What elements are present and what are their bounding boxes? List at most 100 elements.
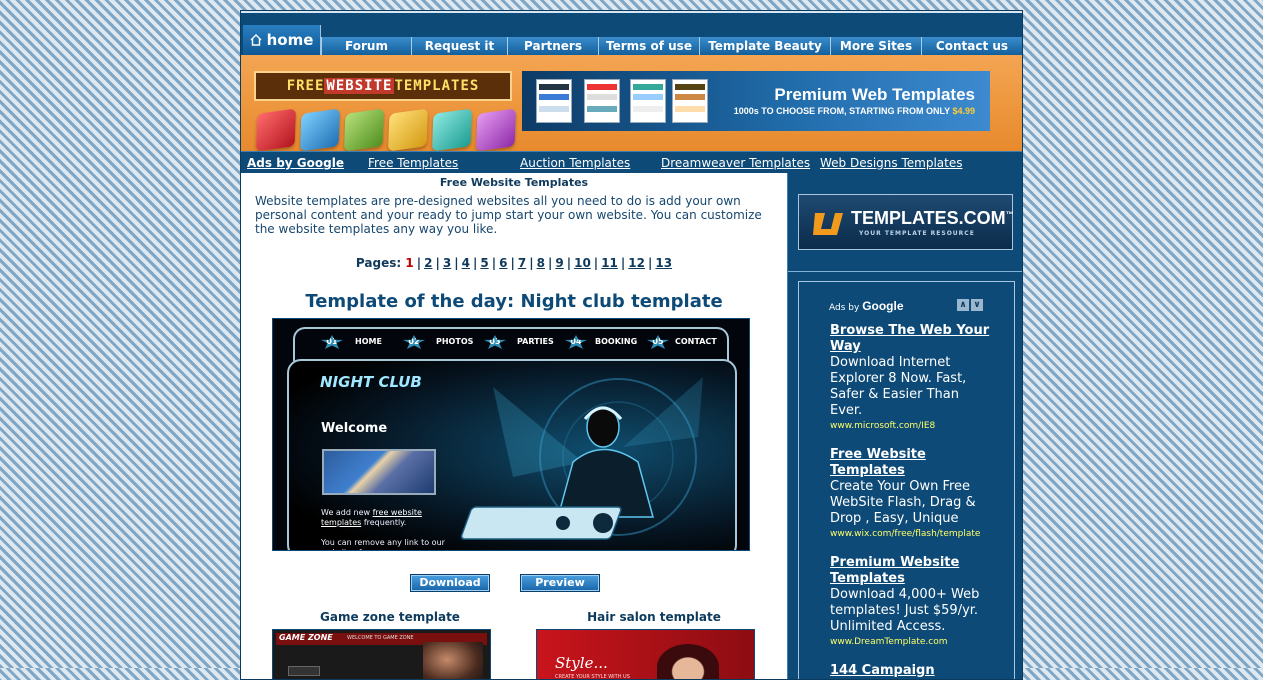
main-content: Free Website Templates Website templates… <box>241 173 787 679</box>
ads-by-google-sidebar[interactable]: Ads by Google <box>829 299 904 313</box>
logo-text-free: FREE <box>286 78 325 94</box>
page-separator: | <box>454 256 459 270</box>
chevron-down-icon[interactable]: ∨ <box>971 299 983 311</box>
page-link-11[interactable]: 11 <box>601 256 618 270</box>
hair-salon-model <box>657 644 719 679</box>
pagination: Pages: 1 | 2 | 3 | 4 | 5 | 6 | 7 | 8 | 9 | 10 | 11 | 12 | 13 <box>241 256 787 270</box>
logo-tiles-graphic <box>251 108 516 152</box>
ad-link-dreamweaver-templates[interactable]: Dreamweaver Templates <box>661 156 810 170</box>
templates-com-banner[interactable]: TEMPLATES.COM™ YOUR TEMPLATE RESOURCE <box>798 194 1014 250</box>
page-separator: | <box>472 256 478 270</box>
page-heading: Free Website Templates <box>439 176 589 189</box>
ad-nav-arrows: ∧ ∨ <box>957 299 983 311</box>
page-link-3[interactable]: 3 <box>443 256 451 270</box>
page-separator: | <box>510 256 515 270</box>
templates-com-trademark: ™ <box>1005 210 1014 219</box>
premium-subtitle: 1000s TO CHOOSE FROM, STARTING FROM ONLY… <box>734 106 975 116</box>
page-link-13[interactable]: 13 <box>655 256 672 270</box>
page-link-5[interactable]: 5 <box>480 256 488 270</box>
page-link-7[interactable]: 7 <box>518 256 526 270</box>
game-zone-title[interactable]: Game zone template <box>272 610 508 624</box>
sidebar-ad-desc: Download 4,000+ Web templates! Just $59/… <box>830 587 980 634</box>
sidebar-ad-url[interactable]: www.DreamTemplate.com <box>830 637 990 647</box>
intro-text: Website templates are pre-designed websi… <box>255 194 762 236</box>
nav-home-tab[interactable]: home <box>243 25 321 55</box>
nightclub-tab-label: HOME <box>355 337 382 346</box>
nav-contact-us[interactable]: Contact us <box>921 37 1022 55</box>
nav-more-sites[interactable]: More Sites <box>830 37 921 55</box>
nav-home-label: home <box>266 31 314 49</box>
sidebar-ad-desc: Download Internet Explorer 8 Now. Fast, … <box>830 355 967 418</box>
sidebar-ad: Browse The Web Your Way Download Interne… <box>830 323 990 431</box>
premium-sub-text: 1000s TO CHOOSE FROM, STARTING FROM ONLY <box>733 106 950 116</box>
premium-price: $4.99 <box>952 106 975 116</box>
page-link-4[interactable]: 4 <box>462 256 470 270</box>
nav-forum[interactable]: Forum <box>321 37 411 55</box>
nav-partners[interactable]: Partners <box>507 37 598 55</box>
chevron-up-icon[interactable]: ∧ <box>957 299 969 311</box>
nav-template-beauty[interactable]: Template Beauty <box>699 37 830 55</box>
page-link-9[interactable]: 9 <box>555 256 563 270</box>
page-container: home Forum Request it Partners Terms of … <box>240 10 1023 680</box>
hair-salon-logo: Style... <box>555 654 608 672</box>
templates-com-name-text: TEMPLATES.COM <box>851 208 1006 228</box>
nightclub-welcome: Welcome <box>321 421 388 436</box>
sidebar-ad-title[interactable]: Premium Website Templates <box>830 555 990 587</box>
game-zone-thumbnail[interactable]: GAME ZONE WELCOME TO GAME ZONE <box>272 629 491 679</box>
ad-link-auction-templates[interactable]: Auction Templates <box>520 156 630 170</box>
sidebar-ad-url[interactable]: www.wix.com/free/flash/template <box>830 529 990 539</box>
nav-stripe <box>241 11 1022 13</box>
templates-com-name: TEMPLATES.COM™ <box>851 208 1014 229</box>
page-link-10[interactable]: 10 <box>574 256 591 270</box>
page-link-8[interactable]: 8 <box>537 256 545 270</box>
sidebar-ad-url[interactable]: www.microsoft.com/IE8 <box>830 421 990 431</box>
tile-purple <box>476 108 516 152</box>
premium-title: Premium Web Templates <box>774 85 975 104</box>
nightclub-text-a: We add new <box>321 508 371 517</box>
ad-link-web-designs-templates[interactable]: Web Designs Templates <box>820 156 962 170</box>
page-link-12[interactable]: 12 <box>628 256 645 270</box>
tile-yellow <box>388 108 428 152</box>
templates-com-logo-icon <box>813 213 843 235</box>
preview-button[interactable]: Preview <box>520 574 600 592</box>
google-ads-box: Ads by Google ∧ ∨ Browse The Web Your Wa… <box>798 281 1015 679</box>
tile-blue <box>300 108 340 152</box>
template-of-the-day-title: Template of the day: Night club template <box>305 291 723 312</box>
sidebar-ad-title[interactable]: Browse The Web Your Way <box>830 323 990 355</box>
tile-red <box>256 108 296 152</box>
logo-text-website: WEBSITE <box>324 78 395 94</box>
page-separator: | <box>435 256 440 270</box>
ad-link-free-templates[interactable]: Free Templates <box>368 156 458 170</box>
page-link-1[interactable]: 1 <box>405 256 413 270</box>
nightclub-tab-label: PHOTOS <box>436 337 474 346</box>
nav-request-it[interactable]: Request it <box>411 37 507 55</box>
sidebar: TEMPLATES.COM™ YOUR TEMPLATE RESOURCE Ad… <box>787 173 1022 679</box>
template-screenshot <box>584 79 620 123</box>
tile-green <box>344 108 384 152</box>
hair-salon-title[interactable]: Hair salon template <box>536 610 772 624</box>
nightclub-tab-label: CONTACT <box>675 337 717 346</box>
page-separator: | <box>529 256 534 270</box>
nav-terms-of-use[interactable]: Terms of use <box>598 37 699 55</box>
hair-salon-thumbnail[interactable]: Style... CREATE YOUR STYLE WITH US <box>536 629 755 679</box>
premium-templates-ad[interactable]: Premium Web Templates 1000s TO CHOOSE FR… <box>522 71 990 131</box>
home-icon <box>250 34 262 46</box>
nightclub-tab-label: BOOKING <box>595 337 638 346</box>
page-separator: | <box>416 256 422 270</box>
templates-com-tagline: YOUR TEMPLATE RESOURCE <box>859 230 975 237</box>
sidebar-ad: Premium Website Templates Download 4,000… <box>830 555 990 647</box>
sidebar-ad-title[interactable]: Free Website Templates <box>830 447 990 479</box>
game-zone-logo: GAME ZONE <box>279 633 333 642</box>
sidebar-ad-title[interactable]: 144 Campaign <box>830 663 990 679</box>
ads-by-google-label[interactable]: Ads by Google <box>247 156 344 170</box>
nightclub-photo <box>322 449 436 495</box>
template-of-the-day-image[interactable]: 01 HOME 02 PHOTOS 03 PARTIES 04 BOOKING … <box>272 318 750 551</box>
site-logo[interactable]: FREE WEBSITE TEMPLATES <box>254 71 512 101</box>
download-button[interactable]: Download <box>410 574 490 592</box>
game-zone-welcome: WELCOME TO GAME ZONE <box>347 635 414 641</box>
page-link-6[interactable]: 6 <box>499 256 507 270</box>
ad-links-bar: Ads by Google Free Templates Auction Tem… <box>241 151 1022 173</box>
nightclub-text: We add new free website templates freque… <box>321 508 451 550</box>
page-separator: | <box>566 256 572 270</box>
page-link-2[interactable]: 2 <box>424 256 432 270</box>
